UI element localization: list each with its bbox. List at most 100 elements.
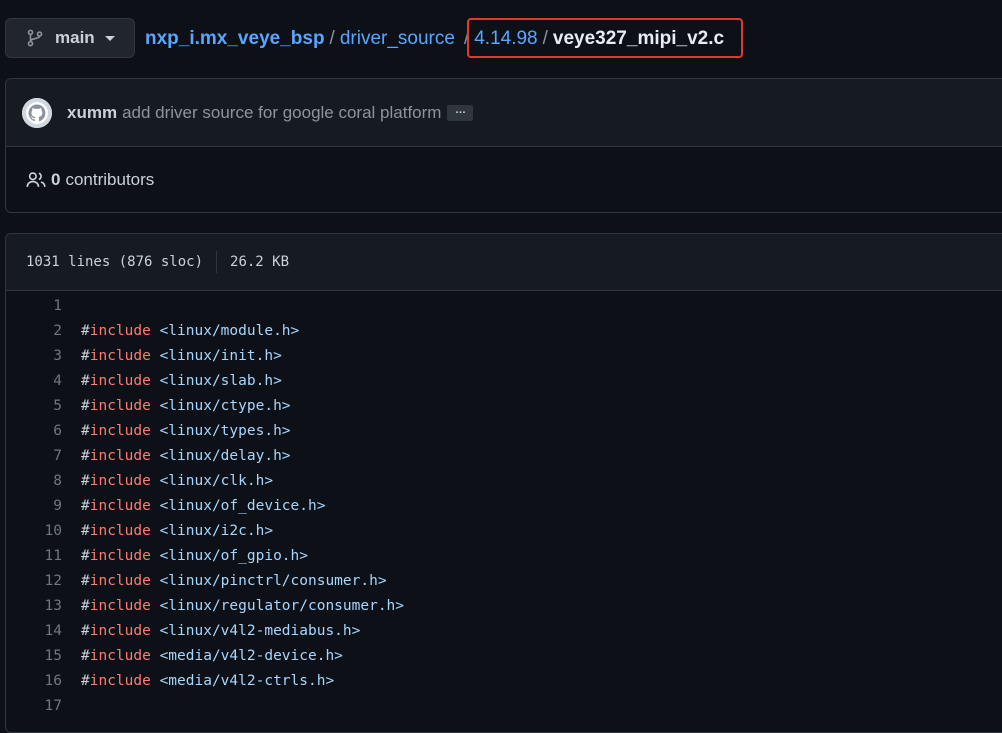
code-line: 13 #include <linux/regulator/consumer.h> [6, 593, 1002, 618]
preprocessor-directive: include [89, 572, 151, 589]
line-content: #include <linux/init.h> [62, 348, 282, 364]
contributors-label: contributors [65, 170, 155, 189]
line-number[interactable]: 1 [6, 298, 62, 314]
breadcrumb: nxp_i.mx_veye_bsp / driver_source / 4.14… [145, 22, 724, 56]
line-number[interactable]: 7 [6, 448, 62, 464]
latest-commit-box: xumm add driver source for google coral … [5, 78, 1002, 213]
code-line: 12 #include <linux/pinctrl/consumer.h> [6, 568, 1002, 593]
line-number[interactable]: 4 [6, 373, 62, 389]
file-line-count: 1031 lines (876 sloc) [26, 254, 204, 270]
include-path: <linux/clk.h> [159, 472, 274, 489]
line-number[interactable]: 3 [6, 348, 62, 364]
preprocessor-directive: include [89, 522, 151, 539]
preprocessor-directive: include [89, 672, 151, 689]
code-line: 4 #include <linux/slab.h> [6, 368, 1002, 393]
commit-author-link[interactable]: xumm [67, 103, 117, 123]
avatar[interactable] [22, 97, 52, 128]
preprocessor-hash: # [81, 397, 90, 414]
file-size: 26.2 KB [230, 254, 290, 270]
preprocessor-directive: include [89, 447, 151, 464]
include-path: <media/v4l2-device.h> [159, 647, 343, 664]
line-content: #include <media/v4l2-device.h> [62, 648, 343, 664]
preprocessor-directive: include [89, 372, 151, 389]
line-content: #include <linux/v4l2-mediabus.h> [62, 623, 360, 639]
branch-select-button[interactable]: main [5, 18, 135, 58]
preprocessor-hash: # [81, 572, 90, 589]
divider [216, 251, 218, 273]
file-navigation-bar: main nxp_i.mx_veye_bsp / driver_source /… [0, 0, 1002, 78]
code-line: 14 #include <linux/v4l2-mediabus.h> [6, 618, 1002, 643]
include-path: <linux/types.h> [159, 422, 291, 439]
code-line: 2 #include <linux/module.h> [6, 318, 1002, 343]
line-content: #include <linux/delay.h> [62, 448, 291, 464]
code-line: 6 #include <linux/types.h> [6, 418, 1002, 443]
commit-message-link[interactable]: add driver source for google coral platf… [122, 103, 441, 123]
preprocessor-hash: # [81, 472, 90, 489]
include-path: <linux/of_device.h> [159, 497, 326, 514]
expand-commit-button[interactable]: … [447, 104, 474, 121]
breadcrumb-folder-link[interactable]: driver_source [340, 28, 455, 50]
preprocessor-directive: include [89, 497, 151, 514]
line-number[interactable]: 14 [6, 623, 62, 639]
breadcrumb-separator: / [463, 28, 470, 49]
line-number[interactable]: 8 [6, 473, 62, 489]
preprocessor-hash: # [81, 547, 90, 564]
include-path: <linux/module.h> [159, 322, 300, 339]
breadcrumb-separator: / [329, 28, 335, 49]
include-path: <linux/pinctrl/consumer.h> [159, 572, 387, 589]
line-content: #include <linux/pinctrl/consumer.h> [62, 573, 387, 589]
include-path: <linux/init.h> [159, 347, 282, 364]
github-mark-icon [22, 97, 52, 128]
preprocessor-hash: # [81, 522, 90, 539]
code-body[interactable]: 1 2 #include <linux/module.h> 3 #include <li… [6, 291, 1002, 718]
line-number[interactable]: 12 [6, 573, 62, 589]
line-number[interactable]: 17 [6, 698, 62, 714]
preprocessor-hash: # [81, 497, 90, 514]
contributors-row[interactable]: 0 contributors [6, 147, 1002, 213]
line-number[interactable]: 13 [6, 598, 62, 614]
preprocessor-directive: include [89, 397, 151, 414]
people-icon [26, 172, 46, 187]
breadcrumb-subfolder-link[interactable]: 4.14.98 [474, 28, 537, 50]
preprocessor-directive: include [89, 347, 151, 364]
line-content: #include <linux/regulator/consumer.h> [62, 598, 404, 614]
line-number[interactable]: 6 [6, 423, 62, 439]
line-number[interactable]: 5 [6, 398, 62, 414]
preprocessor-hash: # [81, 322, 90, 339]
line-number[interactable]: 9 [6, 498, 62, 514]
preprocessor-hash: # [81, 622, 90, 639]
include-path: <linux/i2c.h> [159, 522, 274, 539]
preprocessor-hash: # [81, 647, 90, 664]
line-number[interactable]: 10 [6, 523, 62, 539]
breadcrumb-repo-link[interactable]: nxp_i.mx_veye_bsp [145, 28, 325, 50]
preprocessor-hash: # [81, 372, 90, 389]
code-line: 17 [6, 693, 1002, 718]
code-line: 10 #include <linux/i2c.h> [6, 518, 1002, 543]
preprocessor-directive: include [89, 547, 151, 564]
preprocessor-directive: include [89, 322, 151, 339]
line-number[interactable]: 15 [6, 648, 62, 664]
preprocessor-hash: # [81, 422, 90, 439]
code-line: 7 #include <linux/delay.h> [6, 443, 1002, 468]
include-path: <linux/regulator/consumer.h> [159, 597, 405, 614]
preprocessor-directive: include [89, 647, 151, 664]
preprocessor-directive: include [89, 422, 151, 439]
line-content: #include <linux/slab.h> [62, 373, 282, 389]
include-path: <linux/of_gpio.h> [159, 547, 308, 564]
line-content: #include <linux/of_gpio.h> [62, 548, 308, 564]
breadcrumb-current-file: veye327_mipi_v2.c [552, 28, 725, 49]
preprocessor-hash: # [81, 347, 90, 364]
code-line: 11 #include <linux/of_gpio.h> [6, 543, 1002, 568]
preprocessor-hash: # [81, 447, 90, 464]
line-number[interactable]: 2 [6, 323, 62, 339]
line-number[interactable]: 11 [6, 548, 62, 564]
line-content: #include <linux/clk.h> [62, 473, 273, 489]
line-number[interactable]: 16 [6, 673, 62, 689]
line-content: #include <media/v4l2-ctrls.h> [62, 673, 334, 689]
line-content: #include <linux/types.h> [62, 423, 291, 439]
include-path: <linux/v4l2-mediabus.h> [159, 622, 361, 639]
include-path: <media/v4l2-ctrls.h> [159, 672, 335, 689]
code-line: 8 #include <linux/clk.h> [6, 468, 1002, 493]
line-content: #include <linux/module.h> [62, 323, 299, 339]
git-branch-icon [27, 29, 43, 47]
